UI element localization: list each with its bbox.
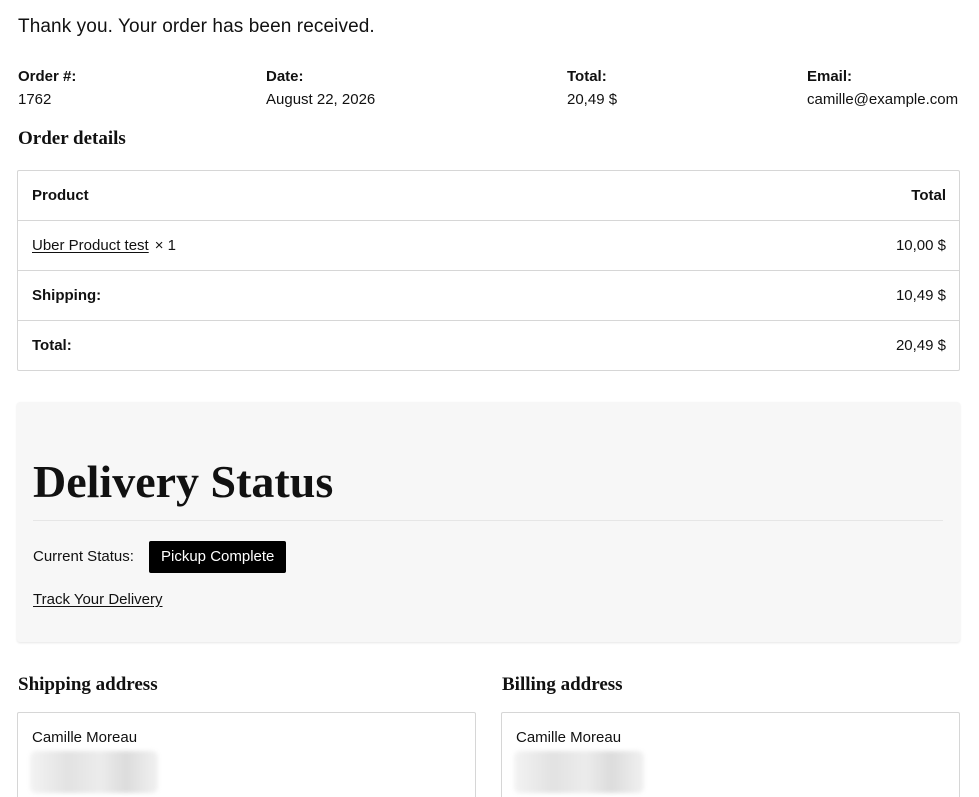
shipping-address-name: Camille Moreau — [32, 729, 138, 746]
order-email-value: camille@example.com — [807, 91, 959, 108]
delivery-status-title: Delivery Status — [33, 456, 334, 507]
shipping-row: Shipping: 10,49 $ — [18, 271, 959, 321]
current-status-label: Current Status: — [33, 548, 134, 565]
shipping-address-heading: Shipping address — [18, 674, 158, 695]
billing-address-box: Camille Moreau — [501, 712, 960, 797]
shipping-address-redacted — [30, 751, 158, 793]
table-header-row: Product Total — [18, 171, 959, 221]
grand-total-value: 20,49 $ — [895, 337, 946, 354]
overview-total: Total: 20,49 $ — [567, 65, 617, 111]
overview-email: Email: camille@example.com — [807, 65, 958, 111]
order-email-label: Email: — [807, 68, 853, 85]
product-column-header: Product — [32, 187, 89, 204]
product-quantity: × 1 — [154, 237, 176, 254]
product-cell: Uber Product test × 1 — [32, 237, 176, 254]
order-total-label: Total: — [567, 68, 607, 85]
delivery-divider — [33, 520, 943, 521]
order-details-table: Product Total Uber Product test × 1 10,00… — [17, 170, 960, 371]
total-row: Total: 20,49 $ — [18, 321, 959, 370]
billing-address-heading: Billing address — [502, 674, 623, 695]
billing-address-redacted — [514, 751, 644, 793]
order-number-value: 1762 — [18, 91, 52, 108]
status-badge: Pickup Complete — [149, 541, 287, 573]
delivery-status-panel: Delivery Status Current Status: Pickup C… — [17, 402, 960, 642]
thank-you-message: Thank you. Your order has been received. — [18, 16, 375, 37]
product-link[interactable]: Uber Product test — [32, 237, 149, 254]
overview-date: Date: August 22, 2026 — [266, 65, 375, 111]
table-row: Uber Product test × 1 10,00 $ — [18, 221, 959, 271]
track-delivery-link[interactable]: Track Your Delivery — [33, 591, 163, 608]
shipping-value: 10,49 $ — [895, 287, 946, 304]
product-total: 10,00 $ — [895, 237, 946, 254]
total-column-header: Total — [911, 187, 946, 204]
grand-total-label: Total: — [32, 337, 72, 354]
shipping-address-box: Camille Moreau — [17, 712, 476, 797]
overview-order-number: Order #: 1762 — [18, 65, 76, 111]
order-date-value: August 22, 2026 — [266, 91, 376, 108]
order-date-label: Date: — [266, 68, 304, 85]
order-number-label: Order #: — [18, 68, 77, 85]
order-total-value: 20,49 $ — [567, 91, 618, 108]
shipping-label: Shipping: — [32, 287, 102, 304]
order-details-heading: Order details — [18, 128, 126, 149]
order-received-page: Thank you. Your order has been received.… — [0, 0, 979, 797]
billing-address-name: Camille Moreau — [516, 729, 622, 746]
